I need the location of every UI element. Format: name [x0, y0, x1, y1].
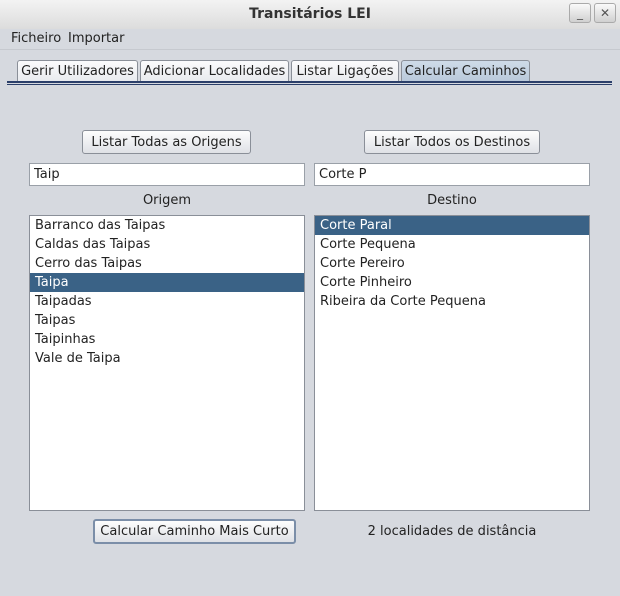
window-title: Transitários LEI: [249, 6, 371, 22]
list-item[interactable]: Caldas das Taipas: [30, 235, 304, 254]
title-bar: Transitários LEI _ ✕: [0, 0, 620, 30]
menu-ficheiro[interactable]: Ficheiro: [11, 31, 61, 46]
destination-label: Destino: [427, 193, 477, 208]
list-item[interactable]: Ribeira da Corte Pequena: [315, 292, 589, 311]
close-button[interactable]: ✕: [594, 3, 616, 23]
list-item[interactable]: Corte Paral: [315, 216, 589, 235]
tab-listar-ligacoes[interactable]: Listar Ligações: [291, 60, 399, 82]
tab-gerir-utilizadores[interactable]: Gerir Utilizadores: [17, 60, 138, 82]
tab-adicionar-localidades[interactable]: Adicionar Localidades: [140, 60, 289, 82]
origin-search-input[interactable]: [29, 163, 305, 186]
list-item[interactable]: Taipa: [30, 273, 304, 292]
list-item[interactable]: Cerro das Taipas: [30, 254, 304, 273]
destination-list[interactable]: Corte Paral Corte Pequena Corte Pereiro Cor…: [314, 215, 590, 511]
list-item[interactable]: Taipadas: [30, 292, 304, 311]
list-item[interactable]: Taipinhas: [30, 330, 304, 349]
origin-list[interactable]: Barranco das Taipas Caldas das Taipas Cerr…: [29, 215, 305, 511]
tab-underline-secondary: [7, 84, 612, 85]
list-all-origins-button[interactable]: Listar Todas as Origens: [82, 130, 251, 154]
origin-label: Origem: [142, 193, 192, 208]
list-item[interactable]: Taipas: [30, 311, 304, 330]
minimize-button[interactable]: _: [569, 3, 591, 23]
destination-search-input[interactable]: [314, 163, 590, 186]
tab-underline: [7, 81, 612, 83]
list-item[interactable]: Corte Pereiro: [315, 254, 589, 273]
result-text: 2 localidades de distância: [367, 524, 537, 539]
menu-importar[interactable]: Importar: [68, 31, 124, 46]
list-all-destinations-button[interactable]: Listar Todos os Destinos: [364, 130, 540, 154]
list-item[interactable]: Vale de Taipa: [30, 349, 304, 368]
calculate-shortest-path-button[interactable]: Calcular Caminho Mais Curto: [93, 519, 296, 544]
list-item[interactable]: Corte Pequena: [315, 235, 589, 254]
menu-bar: Ficheiro Importar: [0, 29, 620, 50]
tab-calcular-caminhos[interactable]: Calcular Caminhos: [401, 60, 530, 82]
list-item[interactable]: Barranco das Taipas: [30, 216, 304, 235]
list-item[interactable]: Corte Pinheiro: [315, 273, 589, 292]
